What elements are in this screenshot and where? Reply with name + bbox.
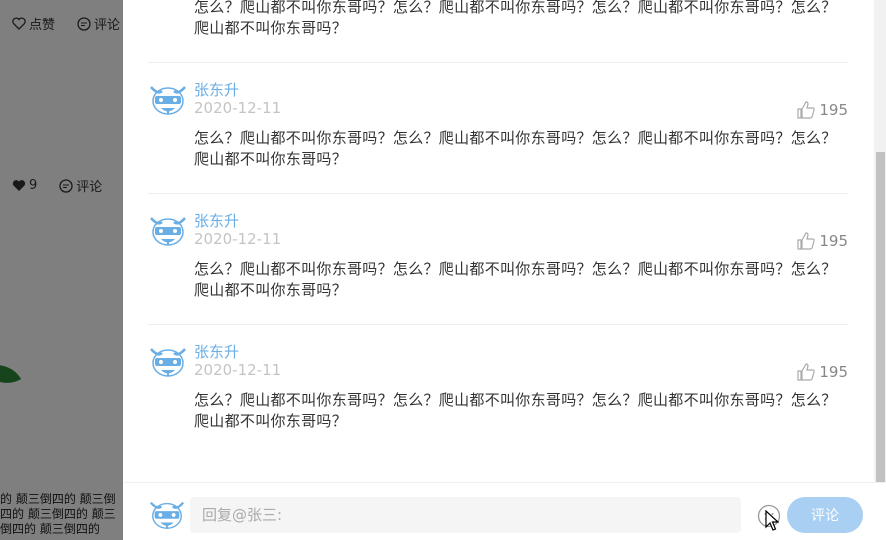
comment-text: 怎么？爬山都不叫你东哥吗？怎么？爬山都不叫你东哥吗？怎么？爬山都不叫你东哥吗？怎… [194, 0, 837, 37]
comment-item: 张东升 2020-12-11 195 怎么？爬山都不叫你东哥吗？怎么？爬山都不叫… [148, 63, 848, 194]
comment-list: 怎么？爬山都不叫你东哥吗？怎么？爬山都不叫你东哥吗？怎么？爬山都不叫你东哥吗？怎… [123, 0, 886, 482]
submit-comment-button[interactable]: 评论 [787, 497, 863, 533]
thumbs-up-icon [797, 363, 816, 381]
comment-author[interactable]: 张东升 [194, 341, 239, 362]
cow-avatar-icon[interactable] [148, 210, 188, 250]
like-button[interactable]: 195 [797, 232, 848, 250]
comment-item: 张东升 2020-12-11 195 怎么？爬山都不叫你东哥吗？怎么？爬山都不叫… [148, 325, 848, 456]
thumbs-up-icon [797, 101, 816, 119]
comment-text: 怎么？爬山都不叫你东哥吗？怎么？爬山都不叫你东哥吗？怎么？爬山都不叫你东哥吗？怎… [194, 129, 837, 168]
comment-author[interactable]: 张东升 [194, 79, 239, 100]
scroll-thumb[interactable] [876, 152, 885, 482]
like-count: 195 [819, 101, 848, 119]
cow-avatar-icon[interactable] [148, 341, 188, 381]
scrollbar[interactable] [874, 0, 886, 482]
cow-avatar-icon[interactable] [148, 79, 188, 119]
comment-date: 2020-12-11 [194, 361, 282, 379]
comment-text: 怎么？爬山都不叫你东哥吗？怎么？爬山都不叫你东哥吗？怎么？爬山都不叫你东哥吗？怎… [194, 260, 837, 299]
like-count: 195 [819, 363, 848, 381]
comment-text: 怎么？爬山都不叫你东哥吗？怎么？爬山都不叫你东哥吗？怎么？爬山都不叫你东哥吗？怎… [194, 391, 837, 430]
comment-date: 2020-12-11 [194, 99, 282, 117]
like-button[interactable]: 195 [797, 363, 848, 381]
comments-panel: 怎么？爬山都不叫你东哥吗？怎么？爬山都不叫你东哥吗？怎么？爬山都不叫你东哥吗？怎… [123, 0, 886, 540]
mouse-cursor-icon [765, 510, 779, 531]
reply-input[interactable] [190, 497, 741, 533]
comment-item: 怎么？爬山都不叫你东哥吗？怎么？爬山都不叫你东哥吗？怎么？爬山都不叫你东哥吗？怎… [148, 0, 848, 63]
comment-author[interactable]: 张东升 [194, 210, 239, 231]
like-count: 195 [819, 232, 848, 250]
like-button[interactable]: 195 [797, 101, 848, 119]
comment-item: 张东升 2020-12-11 195 怎么？爬山都不叫你东哥吗？怎么？爬山都不叫… [148, 194, 848, 325]
thumbs-up-icon [797, 232, 816, 250]
comment-date: 2020-12-11 [194, 230, 282, 248]
cow-avatar-icon [149, 501, 185, 529]
